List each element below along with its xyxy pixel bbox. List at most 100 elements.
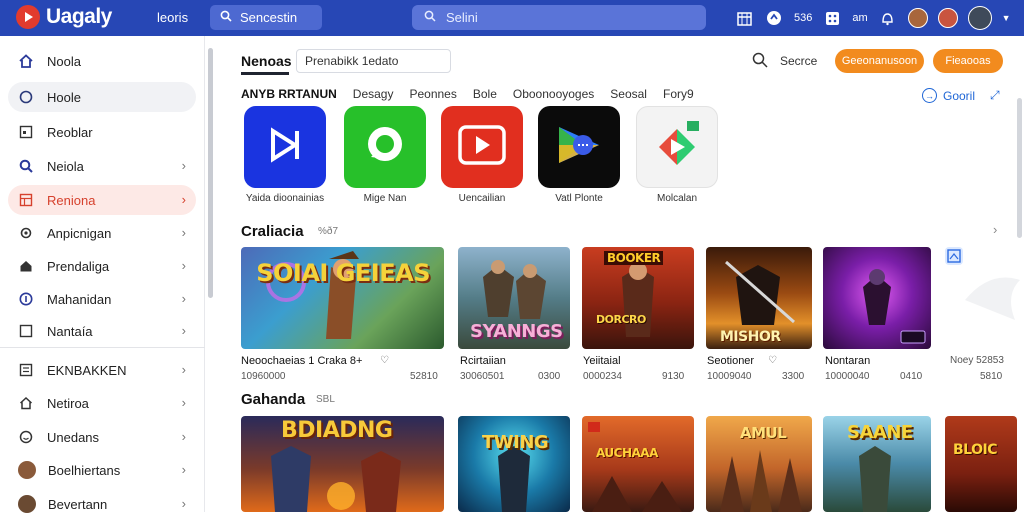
chevron-right-icon: › xyxy=(181,462,186,477)
category-item[interactable]: Desagy xyxy=(353,87,394,101)
top-nav-link[interactable]: leoris xyxy=(157,10,188,25)
chevron-right-icon: › xyxy=(181,291,186,306)
sidebar-item-netiroa[interactable]: Netiroa › xyxy=(8,388,196,418)
heart-icon[interactable]: ♡ xyxy=(380,355,389,366)
primary-action-button[interactable]: Geeonanusoon xyxy=(835,49,924,73)
section-title: Craliacia xyxy=(241,223,304,240)
game-title[interactable]: Nontaran xyxy=(825,355,870,367)
app-tile[interactable] xyxy=(538,106,620,188)
category-item[interactable]: Fory9 xyxy=(663,87,694,101)
media-skip-icon xyxy=(265,125,305,170)
filter-input[interactable] xyxy=(296,49,451,73)
pin-icon[interactable]: ⤢ xyxy=(990,88,1000,103)
game-price: 0410 xyxy=(900,371,923,382)
game-card[interactable]: SAANE xyxy=(823,416,931,512)
game-card[interactable]: AMUL xyxy=(706,416,812,512)
sidebar-item-eknbakken[interactable]: EKNBAKKEN › xyxy=(8,355,196,385)
gear-icon xyxy=(18,225,34,241)
sidebar-item-label: Noola xyxy=(47,53,81,69)
brand-name[interactable]: Uagaly xyxy=(46,5,112,29)
search-icon[interactable] xyxy=(752,52,770,70)
sidebar-item-label: Reoblar xyxy=(47,124,93,140)
sidebar-item-noola[interactable]: Noola xyxy=(8,46,196,76)
logo-icon[interactable] xyxy=(16,5,40,29)
house-icon xyxy=(18,258,34,274)
dice-icon[interactable] xyxy=(822,8,842,28)
sidebar-item-reniona[interactable]: Reniona › xyxy=(8,185,196,215)
content-scrollbar[interactable] xyxy=(1017,98,1022,238)
game-card[interactable]: BOOKER DORCRO xyxy=(582,247,694,349)
game-card[interactable]: BDIADNG xyxy=(241,416,444,512)
decorative-silhouette xyxy=(965,277,1020,320)
game-card[interactable] xyxy=(823,247,931,349)
list-icon xyxy=(18,362,34,378)
game-card[interactable]: MISHOR xyxy=(706,247,812,349)
header-label[interactable]: am xyxy=(852,12,867,24)
tab-active[interactable]: Nenoas xyxy=(241,53,292,69)
chat-bubble-icon xyxy=(362,122,408,173)
sidebar-item-boelhiertans[interactable]: Boelhiertans › xyxy=(8,455,196,485)
chevron-right-icon[interactable]: › xyxy=(993,222,997,237)
sidebar-item-bevertann[interactable]: Bevertann › xyxy=(8,489,196,519)
category-item[interactable]: Peonnes xyxy=(409,87,456,101)
game-card[interactable]: AUCHAAA xyxy=(582,416,694,512)
app-tile[interactable] xyxy=(441,106,523,188)
sidebar-item-mahanidan[interactable]: Mahanidan › xyxy=(8,284,196,314)
chevron-right-icon: › xyxy=(181,225,186,240)
game-title[interactable]: Noey 52853 xyxy=(950,355,1004,366)
sidebar-item-label: EKNBAKKEN xyxy=(47,362,127,378)
game-title[interactable]: Seotioner xyxy=(707,355,754,367)
category-item[interactable]: Seosal xyxy=(610,87,647,101)
category-bar: ANYB RRTANUN Desagy Peonnes Bole Oboonoo… xyxy=(241,87,710,101)
search-label[interactable]: Secrce xyxy=(780,54,817,68)
scroll-link[interactable]: → Gooril xyxy=(922,88,975,103)
game-price: 52810 xyxy=(410,371,438,382)
sidebar-item-reoblar[interactable]: Reoblar xyxy=(8,117,196,147)
user-avatar[interactable] xyxy=(967,6,992,30)
secondary-search-button[interactable]: Sencestin xyxy=(210,5,322,30)
section-subtitle: %ð7 xyxy=(318,226,339,237)
square-icon xyxy=(18,124,34,140)
header-count: 536 xyxy=(794,12,813,24)
category-item[interactable]: Oboonooyoges xyxy=(513,87,594,101)
game-card[interactable]: BLOIC xyxy=(945,416,1017,512)
app-tile[interactable] xyxy=(344,106,426,188)
chevron-down-icon[interactable]: ▼ xyxy=(1002,13,1011,23)
search-icon xyxy=(220,10,232,25)
sidebar-item-nantaia[interactable]: Nantaía › xyxy=(8,316,196,346)
sidebar-item-label: Bevertann xyxy=(48,496,108,512)
calendar-icon[interactable] xyxy=(734,8,754,28)
game-title[interactable]: Rcirtaiian xyxy=(460,355,506,367)
sidebar-scrollbar[interactable] xyxy=(208,48,213,298)
scroll-link-label: Gooril xyxy=(943,88,976,103)
bell-icon[interactable] xyxy=(878,8,898,28)
avatar-friend-1[interactable] xyxy=(907,8,928,28)
colorful-play-icon xyxy=(551,117,607,178)
app-label: Uencailian xyxy=(458,193,506,204)
category-item[interactable]: ANYB RRTANUN xyxy=(241,87,337,101)
app-tile[interactable] xyxy=(636,106,718,188)
sidebar-item-prendaliga[interactable]: Prendaliga › xyxy=(8,251,196,281)
currency-icon xyxy=(18,291,34,307)
sidebar-item-neiola[interactable]: Neiola › xyxy=(8,151,196,181)
game-title[interactable]: Neoochaeias 1 Craka 8+ xyxy=(241,355,362,367)
game-card[interactable]: TWING xyxy=(458,416,570,512)
avatar xyxy=(18,461,36,479)
secondary-action-button[interactable]: Fieaooas xyxy=(933,49,1003,73)
speed-icon[interactable] xyxy=(764,8,784,28)
app-tile[interactable] xyxy=(244,106,326,188)
sidebar-item-hoole[interactable]: Hoole xyxy=(8,82,196,112)
sidebar-item-unedans[interactable]: Unedans › xyxy=(8,422,196,452)
avatar-friend-2[interactable] xyxy=(937,8,958,28)
sidebar-item-anpicnigan[interactable]: Anpicnigan › xyxy=(8,218,196,248)
game-title[interactable]: Yeiitaial xyxy=(583,355,621,367)
chevron-right-icon: › xyxy=(181,192,186,207)
main-search-input[interactable]: Selini xyxy=(412,5,706,30)
game-card[interactable]: SYANNGS xyxy=(458,247,570,349)
game-art-title: AUCHAAA xyxy=(596,446,658,460)
sidebar-item-label: Neiola xyxy=(47,158,84,174)
heart-icon[interactable]: ♡ xyxy=(768,355,777,366)
game-art-title: BLOIC xyxy=(953,442,997,458)
category-item[interactable]: Bole xyxy=(473,87,497,101)
game-card[interactable]: SOIAI GEIEAS xyxy=(241,247,444,349)
